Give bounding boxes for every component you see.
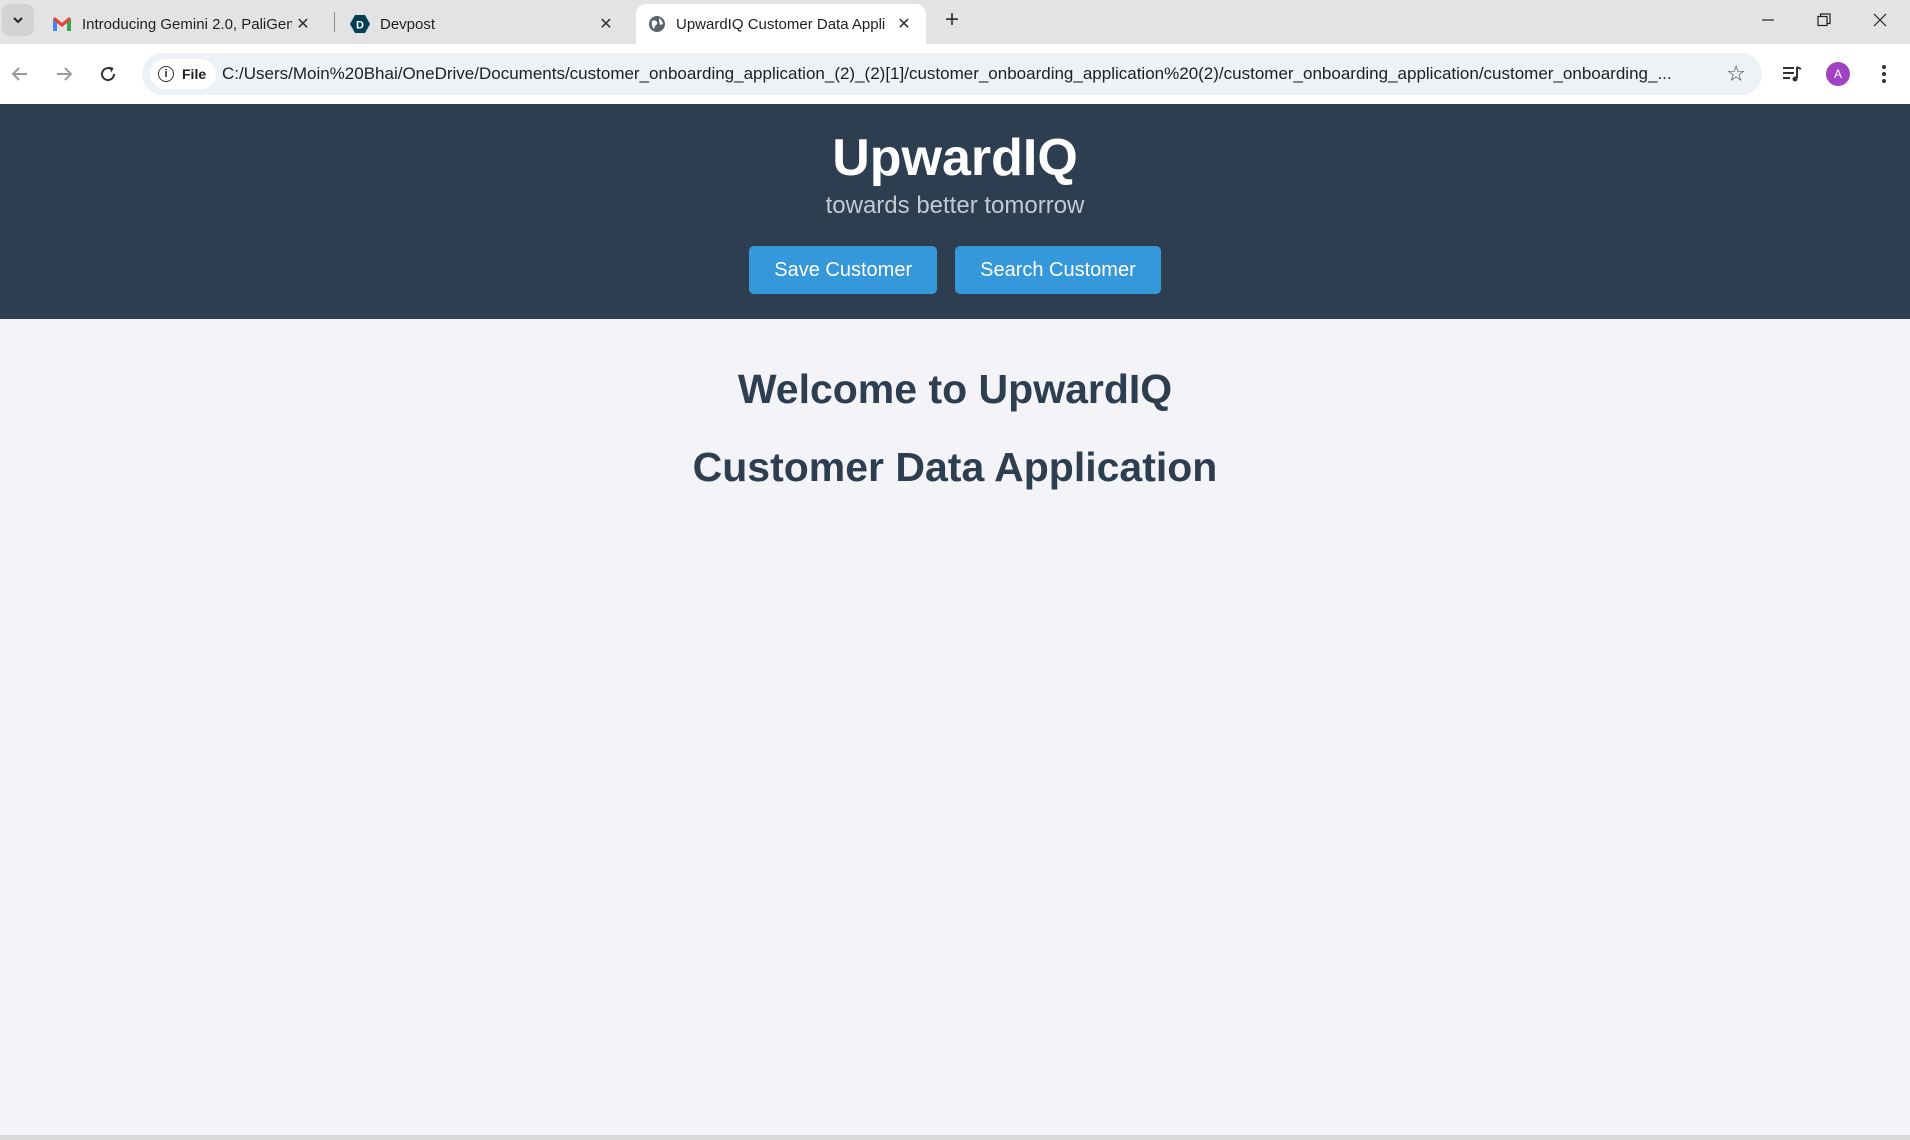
menu-button[interactable] (1868, 58, 1900, 90)
file-label: File (182, 66, 207, 82)
plus-icon: + (944, 6, 959, 33)
tab-strip: Introducing Gemini 2.0, PaliGem ✕ D Devp… (0, 0, 1910, 44)
tab-upwardiq[interactable]: UpwardIQ Customer Data Appli ✕ (636, 4, 926, 44)
site-info-chip[interactable]: i File (150, 59, 217, 89)
new-tab-button[interactable]: + (938, 6, 966, 34)
address-bar[interactable]: i File C:/Users/Moin%20Bhai/OneDrive/Doc… (142, 53, 1762, 95)
info-icon: i (158, 66, 174, 82)
minimize-button[interactable] (1740, 0, 1796, 40)
browser-toolbar: i File C:/Users/Moin%20Bhai/OneDrive/Doc… (0, 44, 1910, 104)
url-text[interactable]: C:/Users/Moin%20Bhai/OneDrive/Documents/… (222, 64, 1702, 84)
tab-title: UpwardIQ Customer Data Appli (676, 15, 886, 33)
media-controls-button[interactable] (1776, 58, 1808, 90)
header-nav: Save Customer Search Customer (0, 246, 1910, 294)
restore-icon (1817, 13, 1831, 27)
tab-gmail[interactable]: Introducing Gemini 2.0, PaliGem ✕ (40, 4, 325, 44)
profile-button[interactable]: A (1822, 58, 1854, 90)
reload-button[interactable] (92, 58, 124, 90)
star-icon[interactable]: ☆ (1726, 61, 1746, 87)
tab-title: Introducing Gemini 2.0, PaliGem (82, 15, 292, 33)
forward-button[interactable] (48, 58, 80, 90)
brand-title: UpwardIQ (832, 129, 1078, 187)
window-bottom-border (0, 1135, 1910, 1140)
tagline: towards better tomorrow (825, 192, 1085, 219)
avatar: A (1826, 62, 1850, 86)
tab-title: Devpost (380, 15, 436, 33)
close-icon[interactable]: ✕ (596, 14, 616, 34)
minimize-icon (1762, 19, 1774, 21)
welcome-heading: Welcome to UpwardIQ (737, 366, 1173, 412)
reload-icon (101, 66, 116, 82)
save-customer-button[interactable]: Save Customer (749, 246, 938, 294)
playlist-music-icon (1783, 66, 1802, 82)
svg-text:D: D (356, 20, 364, 32)
tab-devpost[interactable]: D Devpost ✕ (338, 4, 628, 44)
app-subtitle-heading: Customer Data Application (692, 444, 1218, 490)
close-icon (1873, 13, 1887, 27)
main-content: Welcome to UpwardIQ Customer Data Applic… (0, 319, 1910, 1135)
gmail-icon (53, 17, 71, 31)
site-header: UpwardIQ towards better tomorrow Save Cu… (0, 104, 1910, 319)
back-button[interactable] (4, 58, 36, 90)
restore-button[interactable] (1796, 0, 1852, 40)
devpost-icon: D (350, 15, 370, 33)
arrow-right-icon (57, 67, 73, 81)
globe-icon (649, 16, 665, 32)
close-icon[interactable]: ✕ (293, 14, 313, 34)
arrow-left-icon (11, 67, 27, 81)
window-close-button[interactable] (1852, 0, 1908, 40)
search-customer-button[interactable]: Search Customer (955, 246, 1161, 294)
tab-divider (334, 12, 335, 32)
close-icon[interactable]: ✕ (894, 14, 914, 34)
chevron-down-icon (13, 17, 23, 24)
tab-search-button[interactable] (2, 4, 34, 36)
more-vertical-icon (1882, 65, 1886, 83)
